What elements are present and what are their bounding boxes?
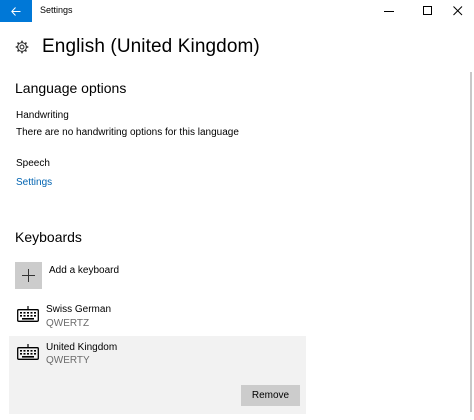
speech-label: Speech xyxy=(16,158,50,169)
page-header: English (United Kingdom) xyxy=(15,35,260,59)
keyboard-item-swiss-german[interactable]: Swiss German QWERTZ xyxy=(9,298,306,332)
back-arrow-icon xyxy=(11,6,21,16)
add-keyboard-tile xyxy=(15,261,42,289)
gear-icon xyxy=(15,40,29,54)
keyboard-layout: QWERTY xyxy=(46,355,90,366)
language-options-heading: Language options xyxy=(15,80,127,96)
minimize-button[interactable] xyxy=(372,0,406,22)
maximize-button[interactable] xyxy=(411,0,445,22)
keyboards-heading: Keyboards xyxy=(15,229,82,245)
close-icon xyxy=(453,6,463,16)
minimize-icon xyxy=(384,11,394,12)
back-button[interactable] xyxy=(0,0,32,22)
title-bar: Settings xyxy=(0,0,474,22)
close-button[interactable] xyxy=(441,0,474,22)
plus-icon xyxy=(22,268,35,282)
keyboard-icon xyxy=(17,344,39,360)
remove-button[interactable]: Remove xyxy=(241,385,300,406)
settings-window: Settings English (United Kingdom) Langua… xyxy=(0,0,474,420)
maximize-icon xyxy=(423,6,432,15)
page-title: English (United Kingdom) xyxy=(42,36,260,57)
handwriting-info: There are no handwriting options for thi… xyxy=(16,127,239,138)
handwriting-label: Handwriting xyxy=(16,110,69,121)
scrollbar[interactable] xyxy=(470,72,472,412)
add-keyboard-label: Add a keyboard xyxy=(49,264,120,276)
speech-settings-link[interactable]: Settings xyxy=(16,177,52,188)
keyboard-name: United Kingdom xyxy=(46,342,118,353)
add-keyboard-button[interactable]: Add a keyboard xyxy=(15,261,120,289)
keyboard-layout: QWERTZ xyxy=(46,318,90,329)
window-title: Settings xyxy=(40,5,73,15)
keyboard-name: Swiss German xyxy=(46,304,112,315)
keyboard-icon xyxy=(17,306,39,322)
